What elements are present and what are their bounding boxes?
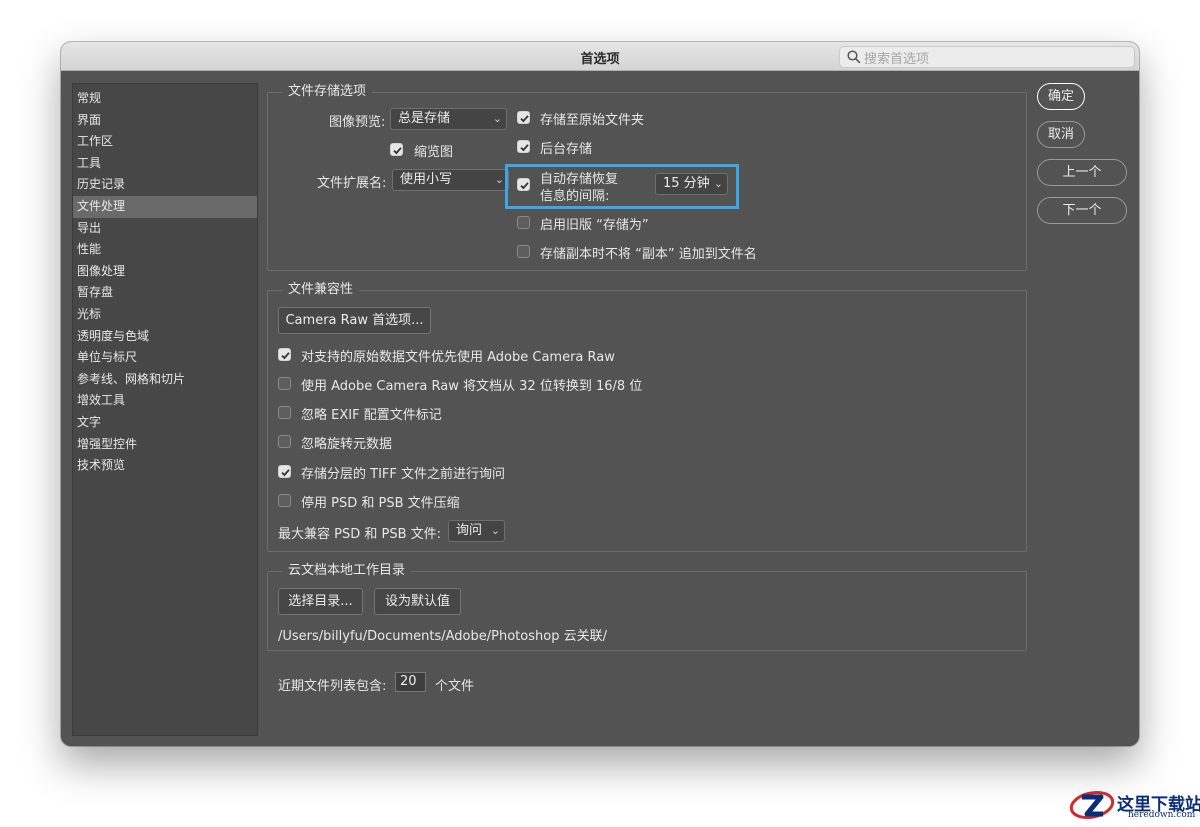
ignore-rotation-checkbox[interactable] — [278, 435, 291, 448]
sidebar-item-export[interactable]: 导出 — [73, 218, 257, 240]
no-copy-suffix-checkbox[interactable] — [517, 245, 530, 258]
ignore-rotation-label: 忽略旋转元数据 — [301, 437, 393, 452]
chevron-down-icon: ⌄ — [490, 524, 500, 537]
autosave-interval-select[interactable]: 15 分钟 ⌄ — [655, 173, 728, 195]
sidebar-item-workspace[interactable]: 工作区 — [73, 131, 257, 153]
search-field[interactable]: 搜索首选项 — [839, 46, 1135, 68]
group-title-cloud: 云文档本地工作目录 — [282, 562, 412, 580]
watermark-domain: heredown.com — [1128, 810, 1196, 820]
sidebar-item-type[interactable]: 文字 — [73, 412, 257, 434]
sidebar-item-guides[interactable]: 参考线、网格和切片 — [73, 369, 257, 391]
background-save-checkbox[interactable] — [517, 140, 530, 153]
autosave-checkbox[interactable] — [517, 178, 530, 191]
sidebar-item-interface[interactable]: 界面 — [73, 110, 257, 132]
thumbnail-label: 缩览图 — [414, 145, 454, 160]
sidebar-item-performance[interactable]: 性能 — [73, 239, 257, 261]
sidebar-item-general[interactable]: 常规 — [73, 88, 257, 110]
sidebar-item-cursors[interactable]: 光标 — [73, 304, 257, 326]
image-preview-label: 图像预览: — [329, 115, 386, 130]
extension-value: 使用小写 — [400, 172, 453, 187]
watermark-logo-icon — [1068, 788, 1120, 822]
maximize-compatibility-label: 最大兼容 PSD 和 PSB 文件: — [278, 527, 442, 542]
sidebar-item-history[interactable]: 历史记录 — [73, 174, 257, 196]
chevron-down-icon: ⌄ — [713, 177, 723, 190]
title-bar: 首选项 搜索首选项 — [61, 42, 1139, 71]
extension-label: 文件扩展名: — [317, 176, 387, 191]
sidebar-item-units[interactable]: 单位与标尺 — [73, 347, 257, 369]
thumbnail-checkbox[interactable] — [390, 143, 403, 156]
screenshot-canvas: 首选项 搜索首选项 常规 界面 工作区 工具 历史记录 文件处理 导出 性能 图… — [0, 0, 1200, 827]
legacy-save-as-checkbox[interactable] — [517, 216, 530, 229]
maximize-compatibility-value: 询问 — [456, 523, 483, 538]
previous-button[interactable]: 上一个 — [1037, 159, 1127, 186]
autosave-label-line2: 信息的间隔: — [540, 189, 610, 204]
group-title-compatibility: 文件兼容性 — [282, 281, 360, 299]
save-to-original-checkbox[interactable] — [517, 111, 530, 124]
convert-32-bit-checkbox[interactable] — [278, 377, 291, 390]
sidebar-item-transparency[interactable]: 透明度与色域 — [73, 326, 257, 348]
sidebar-item-tech-preview[interactable]: 技术预览 — [73, 455, 257, 477]
ask-tiff-label: 存储分层的 TIFF 文件之前进行询问 — [301, 467, 505, 482]
camera-raw-preferences-button[interactable]: Camera Raw 首选项... — [278, 307, 431, 334]
choose-directory-button[interactable]: 选择目录... — [278, 588, 363, 615]
set-default-button[interactable]: 设为默认值 — [374, 588, 461, 615]
cloud-directory-path: /Users/billyfu/Documents/Adobe/Photoshop… — [278, 629, 607, 644]
ask-tiff-checkbox[interactable] — [278, 465, 291, 478]
recent-files-prefix: 近期文件列表包含: — [278, 679, 387, 694]
sidebar-item-enhanced-controls[interactable]: 增强型控件 — [73, 434, 257, 456]
sidebar-item-image-processing[interactable]: 图像处理 — [73, 261, 257, 283]
search-placeholder: 搜索首选项 — [864, 51, 930, 67]
chevron-down-icon: ⌄ — [492, 112, 502, 125]
autosave-interval-value: 15 分钟 — [663, 176, 710, 191]
sidebar-item-tools[interactable]: 工具 — [73, 153, 257, 175]
sidebar-item-file-handling[interactable]: 文件处理 — [73, 195, 257, 218]
prefer-acr-label: 对支持的原始数据文件优先使用 Adobe Camera Raw — [301, 350, 615, 365]
legacy-save-as-label: 启用旧版 “存储为” — [540, 218, 649, 233]
next-button[interactable]: 下一个 — [1037, 197, 1127, 224]
ignore-exif-checkbox[interactable] — [278, 406, 291, 419]
chevron-down-icon: ⌄ — [494, 173, 504, 186]
image-preview-select[interactable]: 总是存储 ⌄ — [390, 108, 507, 130]
image-preview-value: 总是存储 — [398, 111, 451, 126]
site-watermark: 这里下载站 heredown.com — [1062, 784, 1200, 824]
no-copy-suffix-label: 存储副本时不将 “副本” 追加到文件名 — [540, 247, 757, 262]
disable-psd-compression-checkbox[interactable] — [278, 494, 291, 507]
convert-32-bit-label: 使用 Adobe Camera Raw 将文档从 32 位转换到 16/8 位 — [301, 379, 643, 394]
ok-button[interactable]: 确定 — [1037, 83, 1085, 110]
sidebar-item-plugins[interactable]: 增效工具 — [73, 390, 257, 412]
save-to-original-label: 存储至原始文件夹 — [540, 113, 645, 128]
extension-select[interactable]: 使用小写 ⌄ — [392, 169, 509, 191]
search-icon — [840, 47, 864, 67]
recent-files-count-input[interactable]: 20 — [395, 672, 426, 692]
background-save-label: 后台存储 — [540, 142, 593, 157]
category-sidebar: 常规 界面 工作区 工具 历史记录 文件处理 导出 性能 图像处理 暂存盘 光标… — [72, 83, 258, 736]
cancel-button[interactable]: 取消 — [1037, 121, 1085, 148]
ignore-exif-label: 忽略 EXIF 配置文件标记 — [301, 408, 442, 423]
sidebar-item-scratch-disks[interactable]: 暂存盘 — [73, 282, 257, 304]
group-title-file-saving: 文件存储选项 — [282, 83, 373, 101]
preferences-dialog: 首选项 搜索首选项 常规 界面 工作区 工具 历史记录 文件处理 导出 性能 图… — [61, 42, 1139, 746]
recent-files-suffix: 个文件 — [435, 679, 475, 694]
maximize-compatibility-select[interactable]: 询问 ⌄ — [448, 520, 505, 542]
disable-psd-compression-label: 停用 PSD 和 PSB 文件压缩 — [301, 496, 460, 511]
prefer-acr-checkbox[interactable] — [278, 348, 291, 361]
